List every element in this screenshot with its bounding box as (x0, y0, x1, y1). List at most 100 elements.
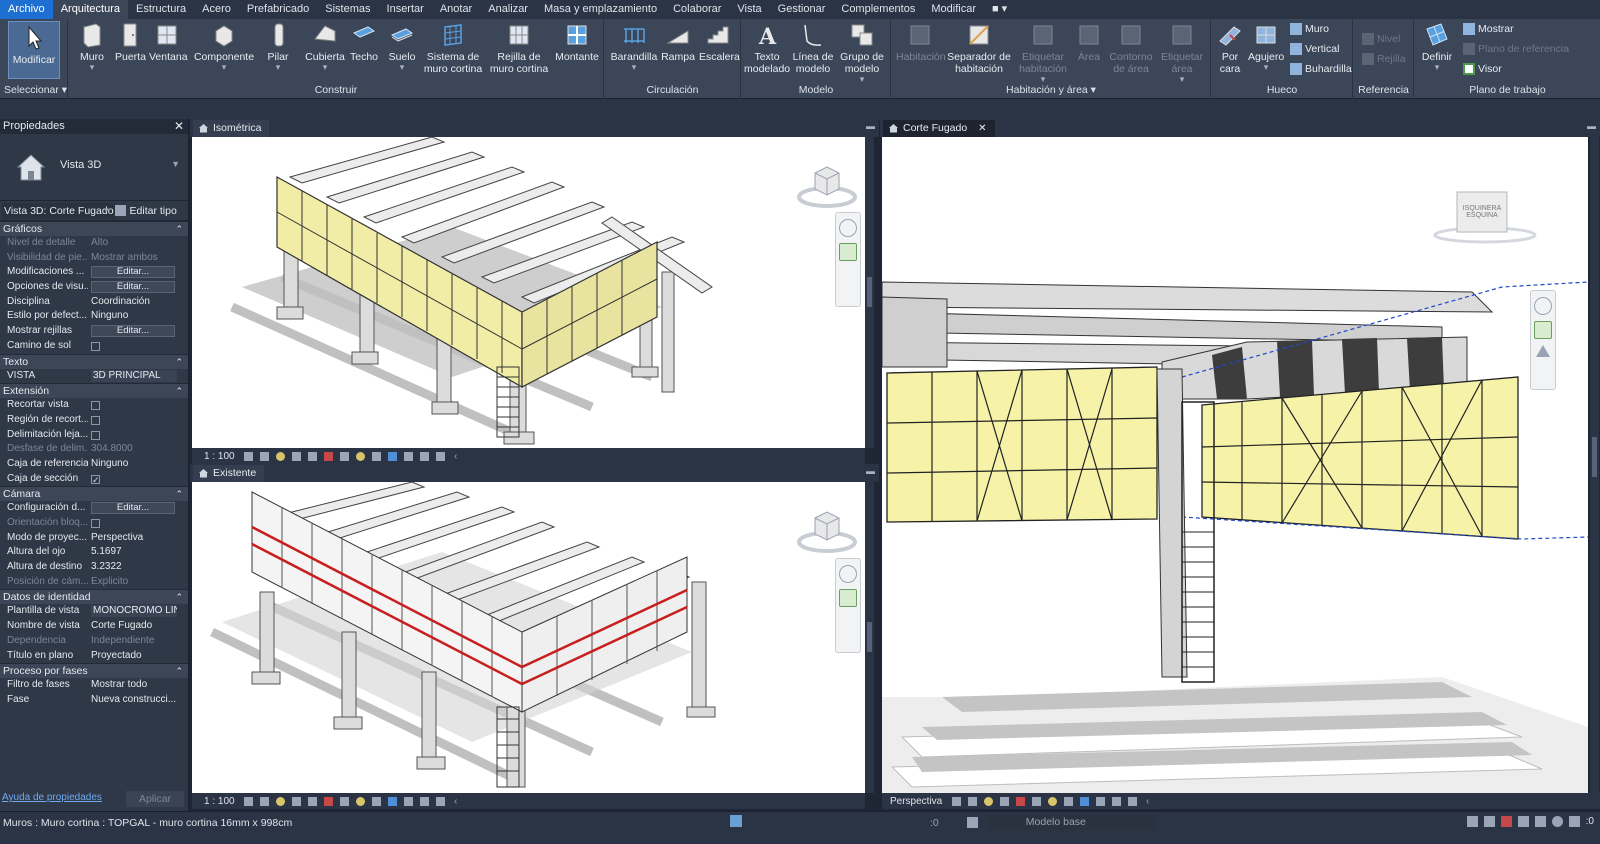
window-controls[interactable]: ▬ (866, 466, 875, 476)
by-face-opening-button[interactable]: Por cara (1216, 21, 1244, 75)
scroll-left-icon[interactable]: ‹ (454, 451, 457, 462)
property-value[interactable]: Nueva construcci... (91, 694, 176, 705)
menu-tab-7[interactable]: Anotar (432, 0, 480, 19)
habitacion-label[interactable]: Habitación y área ▾ (892, 84, 1210, 96)
column-button[interactable]: Pilar ▾ (265, 21, 291, 72)
menu-tab-4[interactable]: Prefabricado (239, 0, 317, 19)
menu-tab-14[interactable]: Modificar (923, 0, 984, 19)
sun-path-icon[interactable] (275, 796, 285, 806)
property-value[interactable]: 3.2322 (91, 561, 122, 572)
curtain-system-button[interactable]: Sistema de muro cortina (423, 21, 483, 75)
property-field[interactable]: 3D PRINCIPAL (91, 369, 177, 382)
collapse-icon[interactable]: ⌃ (175, 664, 183, 679)
detail-level-icon[interactable] (243, 451, 253, 461)
hide-isolate-icon[interactable] (371, 451, 381, 461)
worksharing-icon[interactable] (419, 796, 429, 806)
collapse-icon[interactable]: ⌃ (175, 355, 183, 370)
window-controls[interactable]: ▬ (1587, 121, 1596, 131)
property-value[interactable]: Mostrar todo (91, 679, 147, 690)
filter-icon[interactable] (1568, 816, 1580, 827)
viewer-button[interactable]: Visor (1463, 63, 1502, 75)
show-crop-icon[interactable] (339, 796, 349, 806)
scroll-left-icon[interactable]: ‹ (454, 796, 457, 807)
crop-view-icon[interactable] (323, 451, 333, 461)
select-dropdown[interactable]: Seleccionar ▾ (0, 84, 67, 96)
property-value[interactable]: Ninguno (91, 458, 128, 469)
mullion-button[interactable]: Montante (553, 21, 601, 63)
viewcube[interactable] (797, 504, 857, 557)
edit-button[interactable]: Editar... (91, 502, 175, 515)
property-value[interactable]: Coordinación (91, 296, 150, 307)
shadows-icon[interactable] (291, 796, 301, 806)
background-processes-icon[interactable] (1551, 816, 1563, 827)
edit-button[interactable]: Editar... (91, 281, 175, 294)
render-icon[interactable] (307, 796, 317, 806)
lock-view-icon[interactable] (1047, 796, 1057, 806)
navigation-bar[interactable] (835, 558, 861, 653)
steering-wheel-icon[interactable] (839, 565, 857, 583)
property-group-header[interactable]: Texto ⌃ (0, 353, 188, 370)
analytical-model-icon[interactable] (435, 796, 445, 806)
view-scale[interactable]: 1 : 100 (204, 451, 240, 462)
ramp-button[interactable]: Rampa (661, 21, 695, 63)
model-text-button[interactable]: A Texto modelado (744, 21, 790, 75)
tab-existente[interactable]: Existente (193, 465, 265, 482)
dormer-opening-button[interactable]: Buhardilla (1290, 63, 1352, 75)
viewport-existente[interactable] (192, 482, 865, 793)
property-value[interactable]: Ninguno (91, 310, 128, 321)
worksharing-icon[interactable] (1111, 796, 1121, 806)
menu-tab-0[interactable]: Archivo (0, 0, 53, 19)
property-field[interactable]: MONOCROMO LIN (91, 605, 177, 618)
scroll-left-icon[interactable]: ‹ (1146, 796, 1149, 807)
menu-tab-8[interactable]: Analizar (480, 0, 536, 19)
property-group-header[interactable]: Proceso por fases ⌃ (0, 663, 188, 679)
menu-tab-2[interactable]: Estructura (128, 0, 194, 19)
press-drag-icon[interactable] (730, 815, 742, 827)
vertical-opening-button[interactable]: Vertical (1290, 43, 1339, 55)
collapse-icon[interactable]: ⌃ (175, 384, 183, 399)
close-tab-icon[interactable]: ✕ (978, 123, 986, 134)
analytical-model-icon[interactable] (435, 451, 445, 461)
property-checkbox[interactable] (91, 341, 100, 351)
property-value[interactable]: Independiente (91, 635, 154, 646)
visual-style-icon[interactable] (951, 796, 961, 806)
visual-style-icon[interactable] (259, 451, 269, 461)
area-button[interactable]: Área (1074, 21, 1104, 63)
menu-tab-13[interactable]: Complementos (833, 0, 923, 19)
viewport-isometrica[interactable] (192, 137, 865, 448)
lock-view-icon[interactable] (355, 451, 365, 461)
window-controls[interactable]: ▬ (866, 121, 875, 131)
area-boundary-button[interactable]: Contorno de área (1108, 21, 1154, 75)
curtain-grid-button[interactable]: Rejilla de muro cortina (489, 21, 549, 75)
menu-tab-6[interactable]: Insertar (379, 0, 432, 19)
shaft-opening-button[interactable]: Agujero ▾ (1248, 21, 1284, 72)
apply-button[interactable]: Aplicar (126, 791, 184, 807)
model-group-button[interactable]: Grupo de modelo ▾ (838, 21, 886, 84)
zoom-icon[interactable] (839, 589, 857, 607)
modify-button[interactable]: Modificar (8, 21, 60, 79)
window-button[interactable]: Ventana (149, 21, 188, 63)
level-button[interactable]: Nivel (1362, 33, 1400, 45)
show-workplane-button[interactable]: Mostrar (1463, 23, 1514, 35)
collapse-icon[interactable]: ⌃ (175, 222, 183, 237)
hide-isolate-icon[interactable] (371, 796, 381, 806)
property-value[interactable]: Perspectiva (91, 532, 143, 543)
menu-tab-3[interactable]: Acero (194, 0, 239, 19)
ceiling-button[interactable]: Techo (349, 21, 379, 63)
viewport-corte-fugado[interactable]: ISQUINERA ESQUINA (882, 137, 1588, 793)
set-workplane-button[interactable]: Definir ▾ (1419, 21, 1455, 72)
menu-tab-9[interactable]: Masa y emplazamiento (536, 0, 665, 19)
menu-tab-1[interactable]: Arquitectura (52, 0, 128, 19)
property-group-header[interactable]: Gráficos ⌃ (0, 221, 188, 236)
grid-button[interactable]: Rejilla (1362, 53, 1406, 65)
temp-props-icon[interactable] (403, 451, 413, 461)
visual-style-icon[interactable] (259, 796, 269, 806)
property-checkbox[interactable] (91, 401, 100, 411)
room-tag-button[interactable]: Etiquetar habitación ▾ (1014, 21, 1072, 84)
room-separator-button[interactable]: Separador de habitación (946, 21, 1012, 75)
property-value[interactable]: Alto (91, 237, 108, 248)
viewcube[interactable] (797, 159, 857, 212)
property-checkbox[interactable] (91, 415, 100, 425)
drag-elements-icon[interactable] (1534, 816, 1546, 827)
steering-wheel-icon[interactable] (839, 219, 857, 237)
